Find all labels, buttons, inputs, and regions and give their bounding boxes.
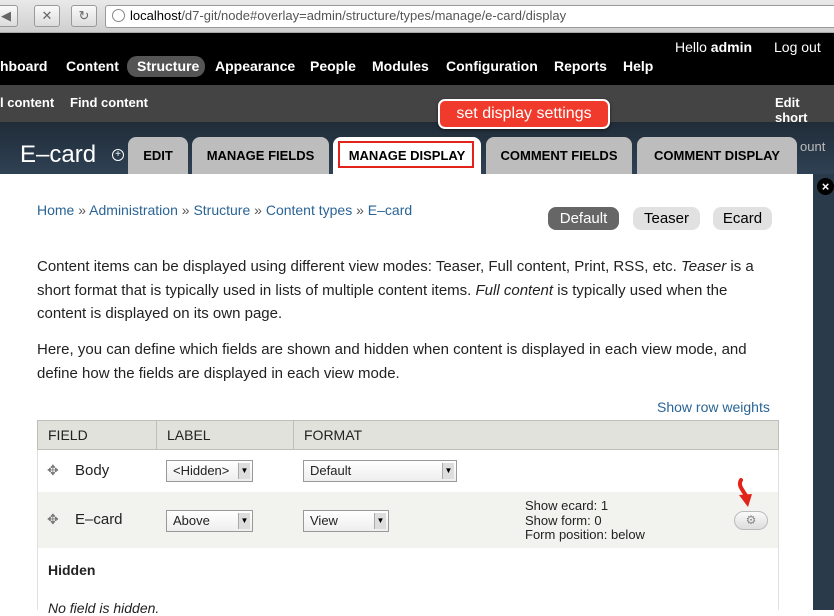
formatter-settings-button[interactable]: ⚙ <box>734 511 768 530</box>
annotation-callout: set display settings <box>438 99 610 129</box>
format-select[interactable]: View ▼ <box>303 510 389 532</box>
shortcut-find-content[interactable]: Find content <box>70 95 148 110</box>
field-name: Body <box>75 462 110 479</box>
header-divider <box>156 421 157 449</box>
gear-icon: ⚙ <box>745 513 757 527</box>
stop-icon: ✕ <box>41 8 53 23</box>
header-divider <box>293 421 294 449</box>
menu-appearance[interactable]: Appearance <box>215 58 295 74</box>
globe-icon <box>112 9 125 22</box>
select-arrow-icon: ▼ <box>374 513 386 529</box>
breadcrumb: Home » Administration » Structure » Cont… <box>37 202 413 218</box>
breadcrumb-administration[interactable]: Administration <box>89 202 178 218</box>
tab-manage-fields[interactable]: MANAGE FIELDS <box>192 137 329 174</box>
show-row-weights-link[interactable]: Show row weights <box>657 399 770 415</box>
tab-comment-display[interactable]: COMMENT DISPLAY <box>637 137 797 174</box>
menu-content[interactable]: Content <box>66 58 119 74</box>
select-arrow-icon: ▼ <box>238 513 250 529</box>
menu-configuration[interactable]: Configuration <box>446 58 538 74</box>
tab-overflow: ount <box>800 139 826 154</box>
menu-reports[interactable]: Reports <box>554 58 607 74</box>
breadcrumb-structure[interactable]: Structure <box>193 202 250 218</box>
table-header <box>37 420 779 450</box>
stop-button[interactable]: ✕ <box>34 5 60 27</box>
close-overlay-button[interactable]: × <box>817 178 834 195</box>
breadcrumb-content-types[interactable]: Content types <box>266 202 352 218</box>
shortcut-add-content[interactable]: l content <box>0 95 54 110</box>
reload-button[interactable]: ↻ <box>71 5 97 27</box>
select-arrow-icon: ▼ <box>442 463 454 479</box>
breadcrumb-e-card[interactable]: E–card <box>368 202 412 218</box>
url-text: localhost/d7-git/node#overlay=admin/stru… <box>130 8 567 23</box>
format-select[interactable]: Default ▼ <box>303 460 457 482</box>
menu-structure[interactable]: Structure <box>137 58 199 74</box>
overlay-edge <box>813 190 834 610</box>
tab-edit[interactable]: EDIT <box>128 137 188 174</box>
back-icon: ◀ <box>1 8 11 23</box>
view-mode-default[interactable]: Default <box>548 207 619 230</box>
field-name: E–card <box>75 511 123 528</box>
annotation-highlight-box <box>338 141 474 168</box>
logout-link[interactable]: Log out <box>774 39 821 55</box>
header-label: LABEL <box>167 427 211 443</box>
help-text-view-modes: Content items can be displayed using dif… <box>37 258 754 322</box>
formatter-summary: Show ecard: 1 Show form: 0 Form position… <box>525 498 645 542</box>
label-select[interactable]: Above ▼ <box>166 510 253 532</box>
menu-modules[interactable]: Modules <box>372 58 429 74</box>
view-mode-ecard[interactable]: Ecard <box>713 207 772 230</box>
drag-handle-icon[interactable]: ✥ <box>47 511 59 528</box>
label-select[interactable]: <Hidden> ▼ <box>166 460 253 482</box>
back-button[interactable]: ◀ <box>0 5 18 27</box>
select-arrow-icon: ▼ <box>238 463 250 479</box>
menu-people[interactable]: People <box>310 58 356 74</box>
header-field: FIELD <box>48 427 88 443</box>
menu-dashboard[interactable]: hboard <box>0 58 47 74</box>
hello-user: Hello admin <box>675 39 753 55</box>
menu-help[interactable]: Help <box>623 58 653 74</box>
drag-handle-icon[interactable]: ✥ <box>47 462 59 479</box>
annotation-arrow-icon <box>737 478 752 507</box>
breadcrumb-home[interactable]: Home <box>37 202 74 218</box>
help-text-fields: Here, you can define which fields are sh… <box>37 341 747 382</box>
add-shortcut-icon[interactable]: + <box>112 149 124 161</box>
no-field-hidden-text: No field is hidden. <box>48 600 160 616</box>
page-title: E–card <box>20 141 97 168</box>
header-format: FORMAT <box>304 427 363 443</box>
tab-comment-fields[interactable]: COMMENT FIELDS <box>486 137 632 174</box>
edit-shortcuts-link[interactable]: Edit short <box>775 95 834 125</box>
hidden-region-title: Hidden <box>48 562 96 578</box>
reload-icon: ↻ <box>78 8 90 23</box>
view-mode-teaser[interactable]: Teaser <box>633 207 700 230</box>
table-row <box>37 492 779 548</box>
